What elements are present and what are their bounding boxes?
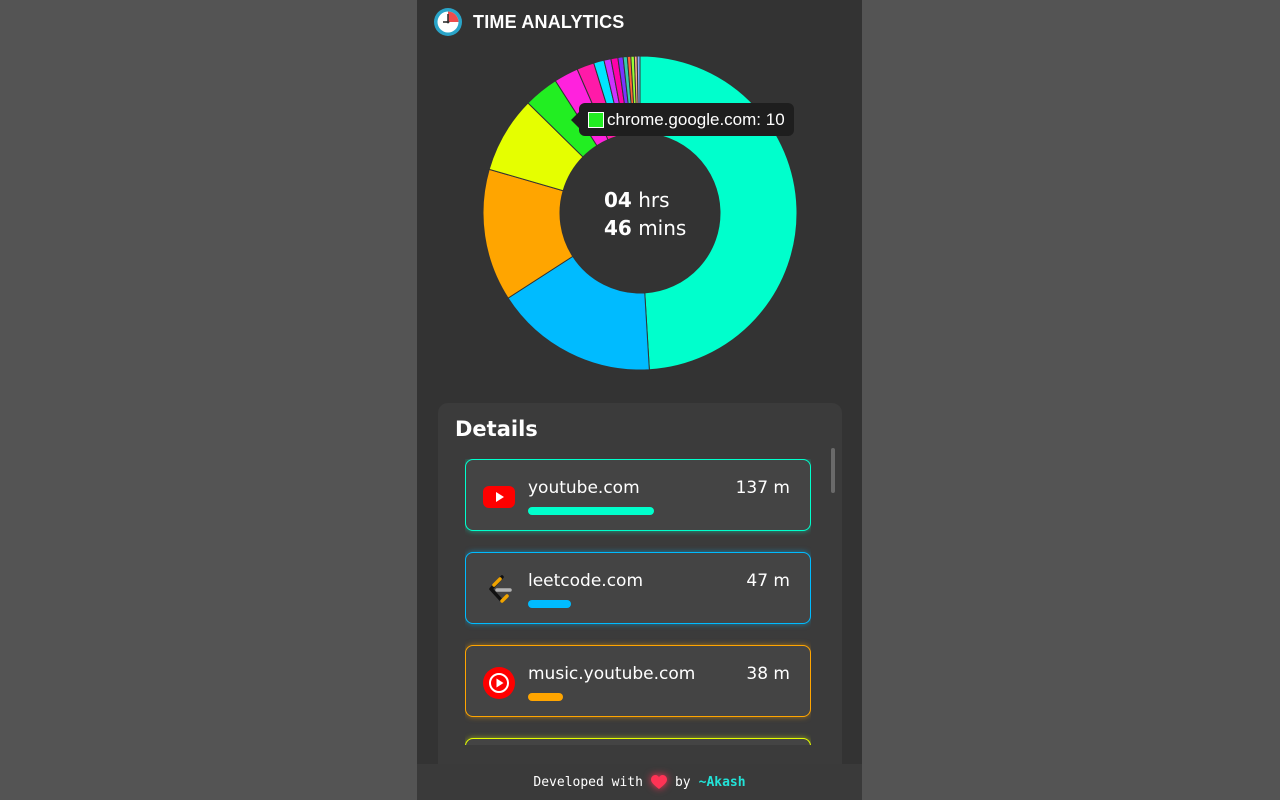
chart-tooltip: chrome.google.com: 10: [571, 103, 794, 136]
site-card-leetcode[interactable]: leetcode.com 47 m: [465, 552, 811, 624]
tooltip-color-swatch: [588, 111, 604, 128]
details-list[interactable]: youtube.com 137 m leetcode.com 47 m musi…: [465, 459, 811, 745]
leetcode-icon: [489, 575, 512, 603]
details-title: Details: [455, 417, 538, 441]
total-time: 04 hrs 46 mins: [604, 186, 686, 242]
site-card-youtube[interactable]: youtube.com 137 m: [465, 459, 811, 531]
tooltip-text: chrome.google.com: 10: [607, 109, 785, 129]
footer: Developed with by ~Akash: [417, 764, 862, 800]
author-link[interactable]: ~Akash: [699, 775, 746, 790]
details-scrollbar[interactable]: [831, 448, 835, 493]
minutes-unit: mins: [638, 216, 687, 240]
youtube-music-icon: [483, 667, 515, 699]
site-name: youtube.com: [528, 478, 640, 498]
analytics-popup: TIME ANALYTICS 04 hrs 46 mins chrome.goo…: [417, 0, 862, 800]
usage-bar: [528, 507, 654, 515]
heart-icon: [650, 774, 667, 789]
footer-by: by: [674, 774, 691, 790]
usage-bar: [528, 600, 571, 608]
site-name: music.youtube.com: [528, 664, 696, 684]
site-card-partial[interactable]: [465, 738, 811, 745]
footer-prefix: Developed with: [533, 774, 643, 790]
usage-bar: [528, 693, 563, 701]
site-time: 38 m: [746, 664, 790, 684]
app-title: TIME ANALYTICS: [473, 11, 625, 32]
clock-icon: [434, 8, 462, 36]
details-panel: Details youtube.com 137 m leetcode.com 4…: [438, 403, 842, 800]
youtube-icon: [483, 486, 515, 508]
site-name: leetcode.com: [528, 571, 644, 591]
site-time: 47 m: [746, 571, 790, 591]
total-hours: 04: [604, 188, 632, 212]
total-minutes: 46: [604, 216, 632, 240]
hours-unit: hrs: [638, 188, 670, 212]
site-time: 137 m: [735, 478, 790, 498]
site-card-music-youtube[interactable]: music.youtube.com 38 m: [465, 645, 811, 717]
header: TIME ANALYTICS: [433, 6, 624, 38]
